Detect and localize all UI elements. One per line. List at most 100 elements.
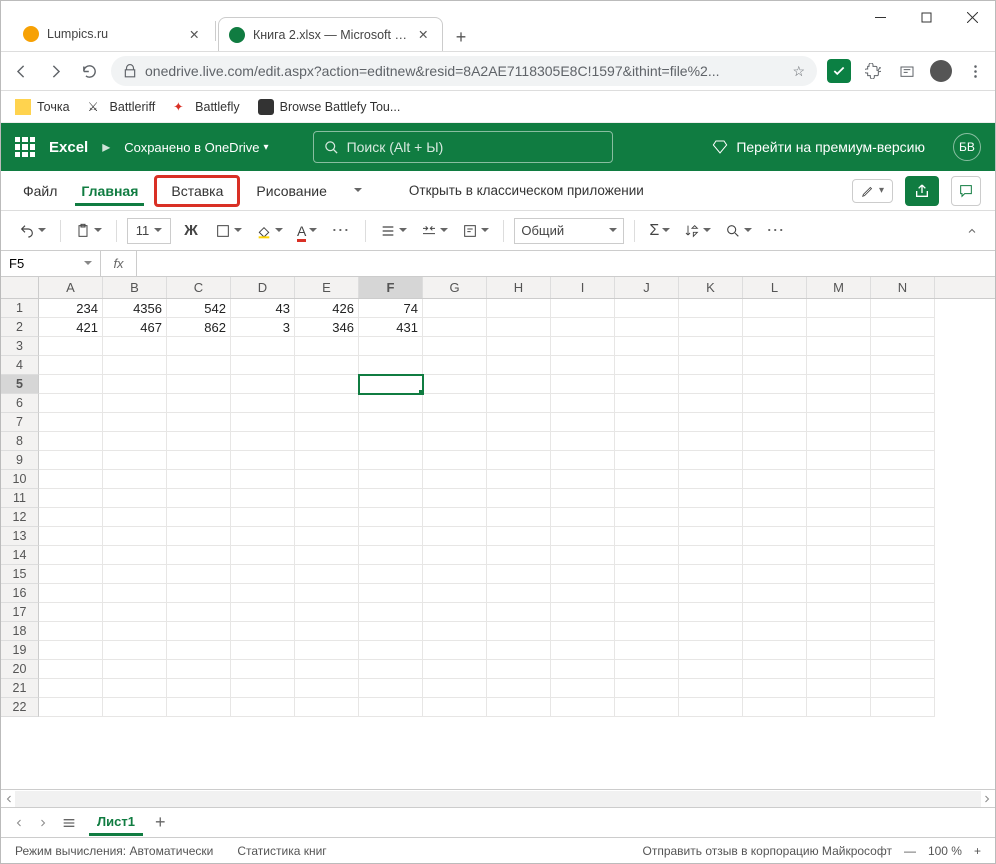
cell-I15[interactable]	[551, 565, 615, 584]
status-book-stats[interactable]: Статистика книг	[237, 844, 326, 858]
bookmark-tochka[interactable]: Точка	[15, 99, 70, 115]
cell-C12[interactable]	[167, 508, 231, 527]
share-button[interactable]	[905, 176, 939, 206]
extensions-icon[interactable]	[861, 59, 885, 83]
cell-E13[interactable]	[295, 527, 359, 546]
cell-E8[interactable]	[295, 432, 359, 451]
comments-button[interactable]	[951, 176, 981, 206]
cell-H11[interactable]	[487, 489, 551, 508]
cell-K19[interactable]	[679, 641, 743, 660]
cell-G17[interactable]	[423, 603, 487, 622]
col-header-N[interactable]: N	[871, 277, 935, 298]
cell-M8[interactable]	[807, 432, 871, 451]
select-all-corner[interactable]	[1, 277, 39, 298]
cell-N13[interactable]	[871, 527, 935, 546]
sheet-nav-next-icon[interactable]	[37, 817, 49, 829]
cell-G20[interactable]	[423, 660, 487, 679]
cell-L6[interactable]	[743, 394, 807, 413]
cell-M19[interactable]	[807, 641, 871, 660]
cell-A9[interactable]	[39, 451, 103, 470]
cell-F12[interactable]	[359, 508, 423, 527]
cell-M4[interactable]	[807, 356, 871, 375]
cell-M21[interactable]	[807, 679, 871, 698]
cell-J11[interactable]	[615, 489, 679, 508]
cell-A4[interactable]	[39, 356, 103, 375]
cell-H13[interactable]	[487, 527, 551, 546]
row-header[interactable]: 8	[1, 432, 39, 451]
cell-M17[interactable]	[807, 603, 871, 622]
cell-D15[interactable]	[231, 565, 295, 584]
cell-D19[interactable]	[231, 641, 295, 660]
fill-color-button[interactable]	[252, 217, 287, 245]
cell-A17[interactable]	[39, 603, 103, 622]
cell-L15[interactable]	[743, 565, 807, 584]
cell-A15[interactable]	[39, 565, 103, 584]
col-header-B[interactable]: B	[103, 277, 167, 298]
cell-I14[interactable]	[551, 546, 615, 565]
row-header[interactable]: 14	[1, 546, 39, 565]
row-header[interactable]: 9	[1, 451, 39, 470]
cell-G14[interactable]	[423, 546, 487, 565]
cell-C20[interactable]	[167, 660, 231, 679]
cell-K13[interactable]	[679, 527, 743, 546]
save-status[interactable]: Сохранено в OneDrive▾	[124, 140, 268, 155]
find-button[interactable]	[721, 217, 756, 245]
cell-E1[interactable]: 426	[295, 299, 359, 318]
cell-C21[interactable]	[167, 679, 231, 698]
search-input[interactable]: Поиск (Alt + Ы)	[313, 131, 613, 163]
cell-A2[interactable]: 421	[39, 318, 103, 337]
cell-M15[interactable]	[807, 565, 871, 584]
cell-I20[interactable]	[551, 660, 615, 679]
row-header[interactable]: 21	[1, 679, 39, 698]
menu-button[interactable]	[963, 63, 987, 80]
cell-M7[interactable]	[807, 413, 871, 432]
wrap-button[interactable]	[458, 217, 493, 245]
cell-D2[interactable]: 3	[231, 318, 295, 337]
address-bar[interactable]: onedrive.live.com/edit.aspx?action=editn…	[111, 56, 817, 86]
cell-I3[interactable]	[551, 337, 615, 356]
cell-M16[interactable]	[807, 584, 871, 603]
cell-D1[interactable]: 43	[231, 299, 295, 318]
cell-F5[interactable]	[359, 375, 423, 394]
cell-B18[interactable]	[103, 622, 167, 641]
cell-M9[interactable]	[807, 451, 871, 470]
cell-G13[interactable]	[423, 527, 487, 546]
cell-I16[interactable]	[551, 584, 615, 603]
cell-D22[interactable]	[231, 698, 295, 717]
cell-A20[interactable]	[39, 660, 103, 679]
cell-H18[interactable]	[487, 622, 551, 641]
cell-K17[interactable]	[679, 603, 743, 622]
collapse-ribbon-button[interactable]	[963, 225, 981, 237]
cell-I8[interactable]	[551, 432, 615, 451]
cell-G12[interactable]	[423, 508, 487, 527]
cell-E5[interactable]	[295, 375, 359, 394]
cell-G18[interactable]	[423, 622, 487, 641]
tab-insert[interactable]: Вставка	[154, 175, 240, 207]
cell-N10[interactable]	[871, 470, 935, 489]
cell-K6[interactable]	[679, 394, 743, 413]
cell-C5[interactable]	[167, 375, 231, 394]
cell-B13[interactable]	[103, 527, 167, 546]
sheet-tab[interactable]: Лист1	[89, 810, 143, 836]
cell-K9[interactable]	[679, 451, 743, 470]
cell-A21[interactable]	[39, 679, 103, 698]
cell-M10[interactable]	[807, 470, 871, 489]
row-header[interactable]: 4	[1, 356, 39, 375]
cell-M13[interactable]	[807, 527, 871, 546]
cell-D6[interactable]	[231, 394, 295, 413]
row-header[interactable]: 2	[1, 318, 39, 337]
cell-L8[interactable]	[743, 432, 807, 451]
editing-mode-button[interactable]: ▾	[852, 179, 893, 203]
sheet-nav-prev-icon[interactable]	[13, 817, 25, 829]
col-header-G[interactable]: G	[423, 277, 487, 298]
cell-I18[interactable]	[551, 622, 615, 641]
cell-N19[interactable]	[871, 641, 935, 660]
cell-B12[interactable]	[103, 508, 167, 527]
cell-G15[interactable]	[423, 565, 487, 584]
cell-B10[interactable]	[103, 470, 167, 489]
cell-G9[interactable]	[423, 451, 487, 470]
cell-K18[interactable]	[679, 622, 743, 641]
horizontal-scrollbar[interactable]	[1, 789, 995, 807]
cell-G10[interactable]	[423, 470, 487, 489]
cell-D11[interactable]	[231, 489, 295, 508]
